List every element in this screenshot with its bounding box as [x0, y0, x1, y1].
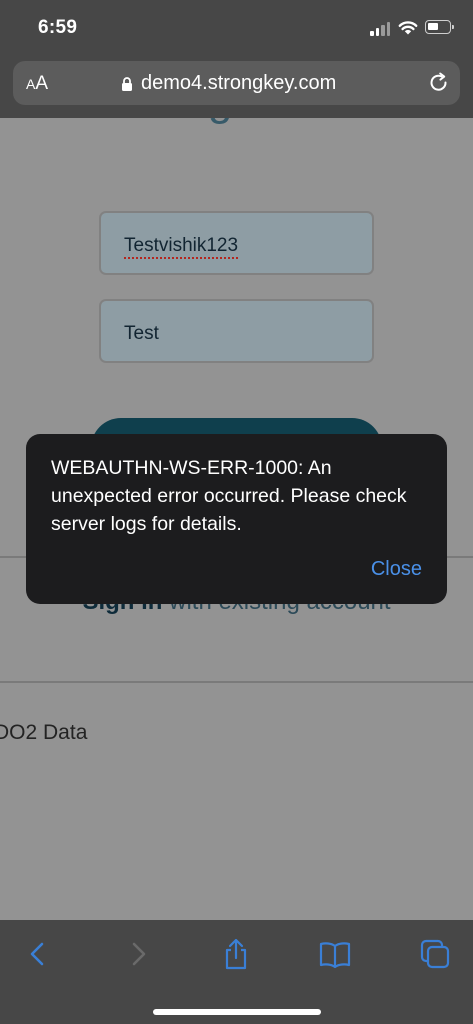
username-field[interactable]: Testvishik123: [99, 211, 374, 275]
back-icon[interactable]: [20, 938, 56, 970]
battery-icon: [425, 20, 454, 34]
username-value: Testvishik123: [124, 235, 239, 259]
tabs-icon[interactable]: [418, 938, 454, 970]
alert-close-button[interactable]: Close: [371, 558, 422, 581]
text-size-button[interactable]: AA: [26, 73, 48, 95]
status-bar: 6:59: [0, 0, 473, 56]
address-bar[interactable]: AA demo4.strongkey.com: [13, 61, 460, 105]
bookmarks-icon[interactable]: [317, 938, 353, 970]
wifi-icon: [398, 21, 418, 35]
lock-icon: [122, 77, 132, 91]
share-icon[interactable]: [218, 938, 254, 970]
divider: [0, 681, 473, 683]
status-time: 6:59: [38, 17, 78, 38]
alert-message: WEBAUTHN-WS-ERR-1000: An unexpected erro…: [51, 457, 407, 535]
display-name-value: Test: [124, 323, 159, 344]
browser-navigation-bar: AA demo4.strongkey.com: [0, 56, 473, 118]
forward-icon[interactable]: [120, 938, 156, 970]
page-title: Register: [0, 118, 473, 126]
reload-icon[interactable]: [428, 72, 450, 94]
cellular-signal-icon: [370, 22, 392, 36]
browser-toolbar: [0, 920, 473, 1024]
home-indicator[interactable]: [153, 1009, 321, 1015]
fido-data-link[interactable]: DO2 Data: [0, 721, 87, 745]
url-text: demo4.strongkey.com: [141, 72, 337, 94]
error-alert-dialog: WEBAUTHN-WS-ERR-1000: An unexpected erro…: [26, 434, 447, 604]
display-name-field[interactable]: Test: [99, 299, 374, 363]
